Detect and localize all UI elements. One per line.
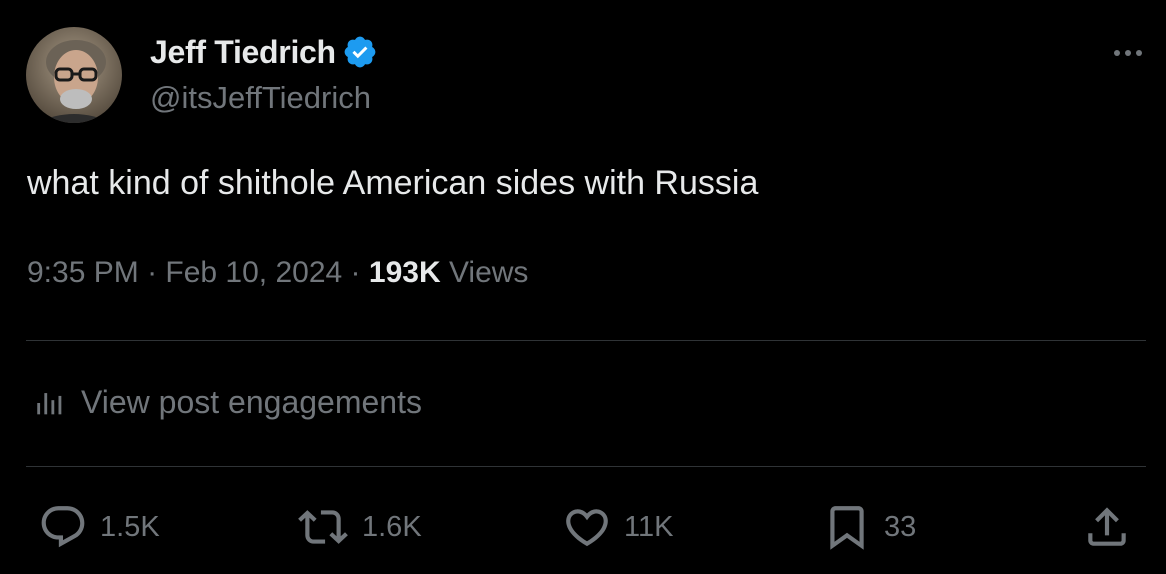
view-post-engagements-label: View post engagements xyxy=(81,384,422,420)
divider xyxy=(26,466,1146,467)
share-icon xyxy=(1082,502,1132,552)
display-name[interactable]: Jeff Tiedrich xyxy=(150,34,336,71)
view-post-engagements-link[interactable]: View post engagements xyxy=(33,384,422,421)
reply-button[interactable]: 1.5K xyxy=(38,502,160,552)
like-icon xyxy=(562,502,612,552)
reply-count: 1.5K xyxy=(100,510,160,543)
share-button[interactable] xyxy=(1082,502,1144,552)
more-options-icon[interactable] xyxy=(1114,50,1142,56)
bookmark-icon xyxy=(822,502,872,552)
like-count: 11K xyxy=(624,510,674,543)
like-button[interactable]: 11K xyxy=(562,502,673,552)
tweet-date[interactable]: Feb 10, 2024 xyxy=(165,256,342,289)
repost-icon xyxy=(296,502,350,552)
tweet-meta: 9:35 PM · Feb 10, 2024 · 193K Views xyxy=(27,256,528,290)
repost-button[interactable]: 1.6K xyxy=(296,502,422,552)
reply-icon xyxy=(38,502,88,552)
bookmark-count: 33 xyxy=(884,510,917,543)
tweet-time[interactable]: 9:35 PM xyxy=(27,256,139,289)
bookmark-button[interactable]: 33 xyxy=(822,502,916,552)
views-count: 193K xyxy=(368,256,441,289)
author-handle[interactable]: @itsJeffTiedrich xyxy=(150,80,371,116)
divider xyxy=(26,340,1146,341)
analytics-icon xyxy=(33,386,67,420)
avatar[interactable] xyxy=(26,27,122,123)
avatar-image xyxy=(26,27,122,123)
author-name-row[interactable]: Jeff Tiedrich xyxy=(150,30,378,74)
meta-separator: · xyxy=(342,256,369,289)
meta-separator: · xyxy=(138,256,166,289)
views-label: Views xyxy=(440,256,529,289)
repost-count: 1.6K xyxy=(362,510,422,543)
verified-badge-icon xyxy=(342,34,378,70)
tweet-text: what kind of shithole American sides wit… xyxy=(27,164,759,202)
